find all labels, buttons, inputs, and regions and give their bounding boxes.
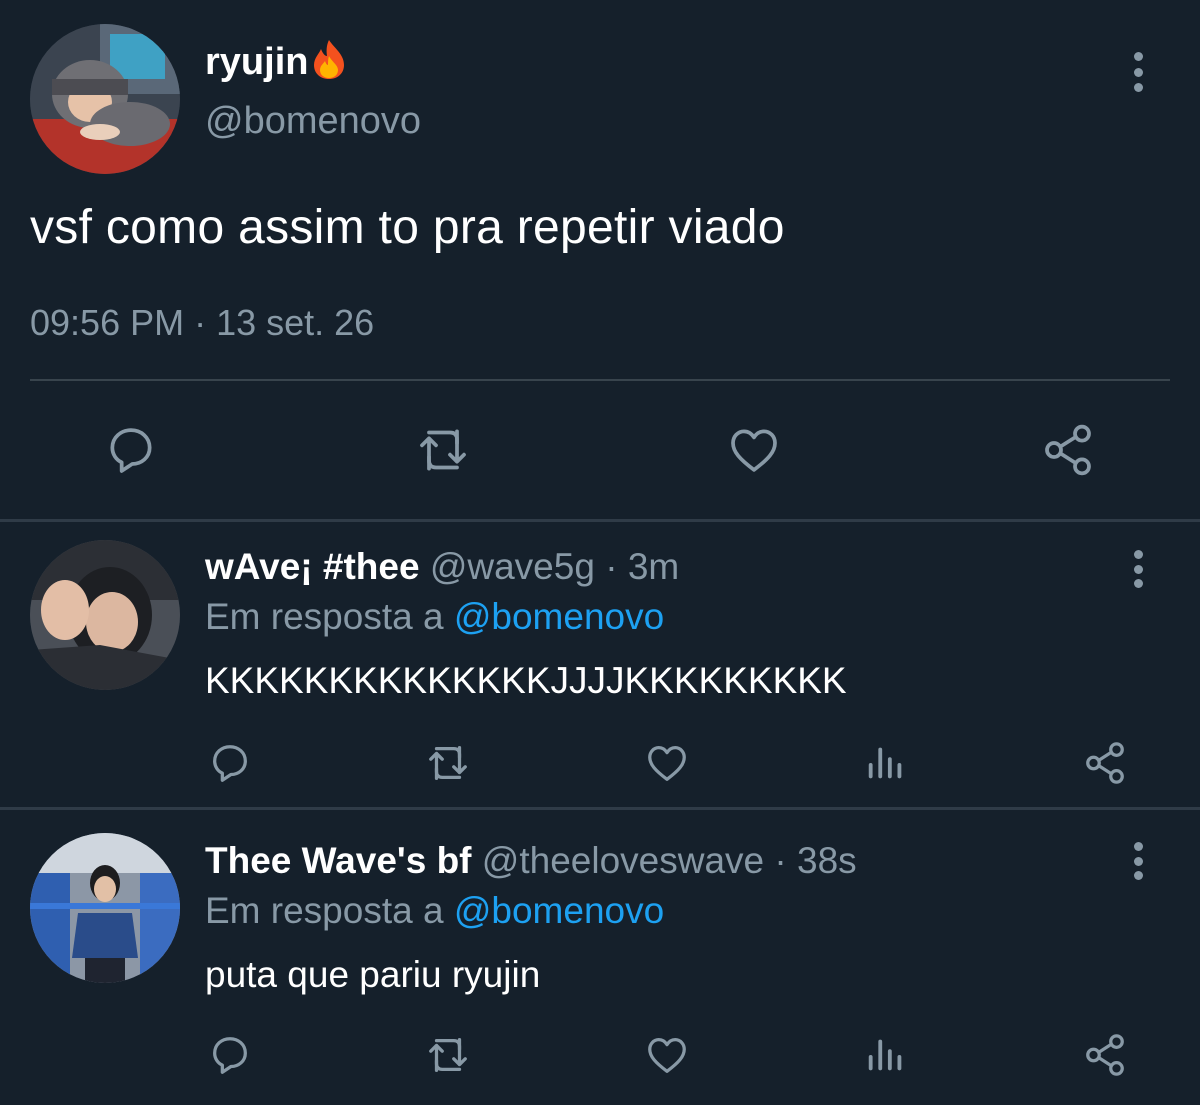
- like-icon[interactable]: [726, 422, 782, 478]
- handle[interactable]: @wave5g: [420, 546, 595, 587]
- like-icon[interactable]: [644, 740, 690, 786]
- reply-icon[interactable]: [103, 422, 159, 478]
- more-options-icon[interactable]: [1128, 550, 1148, 588]
- tweet-thread: ryujin @bomenovo vsf como assim to pra r…: [0, 0, 1200, 1105]
- mention-link[interactable]: @bomenovo: [454, 596, 664, 637]
- divider: [30, 379, 1170, 381]
- display-name[interactable]: ryujin: [205, 38, 348, 90]
- reply-icon[interactable]: [207, 740, 253, 786]
- fire-emoji-icon: [310, 38, 348, 90]
- display-name[interactable]: Thee Wave's bf: [205, 840, 472, 881]
- avatar[interactable]: [30, 540, 180, 690]
- reply-tweet[interactable]: wAve¡ #thee @wave5g · 3m Em resposta a @…: [0, 522, 1200, 807]
- avatar-photo: [30, 24, 180, 174]
- retweet-icon[interactable]: [425, 740, 471, 786]
- timestamp[interactable]: 09:56 PM · 13 set. 26: [30, 302, 374, 344]
- avatar-photo: [30, 540, 180, 690]
- reply-context: Em resposta a @bomenovo: [205, 890, 665, 931]
- timestamp[interactable]: 38s: [797, 840, 857, 881]
- share-icon[interactable]: [1040, 422, 1096, 478]
- avatar-photo: [30, 833, 180, 983]
- handle[interactable]: @bomenovo: [205, 100, 421, 143]
- mention-link[interactable]: @bomenovo: [454, 890, 664, 931]
- retweet-icon[interactable]: [425, 1032, 471, 1078]
- reply-header: wAve¡ #thee @wave5g · 3m: [205, 546, 680, 587]
- retweet-icon[interactable]: [415, 422, 471, 478]
- like-icon[interactable]: [644, 1032, 690, 1078]
- main-tweet: ryujin @bomenovo vsf como assim to pra r…: [0, 0, 1200, 520]
- tweet-text: puta que pariu ryujin: [205, 954, 541, 995]
- display-name[interactable]: wAve¡ #thee: [205, 546, 420, 587]
- share-icon[interactable]: [1082, 740, 1128, 786]
- tweet-text: vsf como assim to pra repetir viado: [30, 201, 785, 254]
- tweet-text: KKKKKKKKKKKKKKJJJJKKKKKKKKK: [205, 660, 847, 701]
- analytics-icon[interactable]: [863, 1032, 909, 1078]
- reply-icon[interactable]: [207, 1032, 253, 1078]
- avatar[interactable]: [30, 833, 180, 983]
- timestamp[interactable]: 3m: [628, 546, 679, 587]
- more-options-icon[interactable]: [1128, 52, 1148, 92]
- handle[interactable]: @theeloveswave: [472, 840, 764, 881]
- share-icon[interactable]: [1082, 1032, 1128, 1078]
- more-options-icon[interactable]: [1128, 842, 1148, 880]
- reply-context: Em resposta a @bomenovo: [205, 596, 665, 637]
- reply-header: Thee Wave's bf @theeloveswave · 38s: [205, 840, 857, 881]
- reply-tweet[interactable]: Thee Wave's bf @theeloveswave · 38s Em r…: [0, 810, 1200, 1105]
- avatar[interactable]: [30, 24, 180, 174]
- analytics-icon[interactable]: [863, 740, 909, 786]
